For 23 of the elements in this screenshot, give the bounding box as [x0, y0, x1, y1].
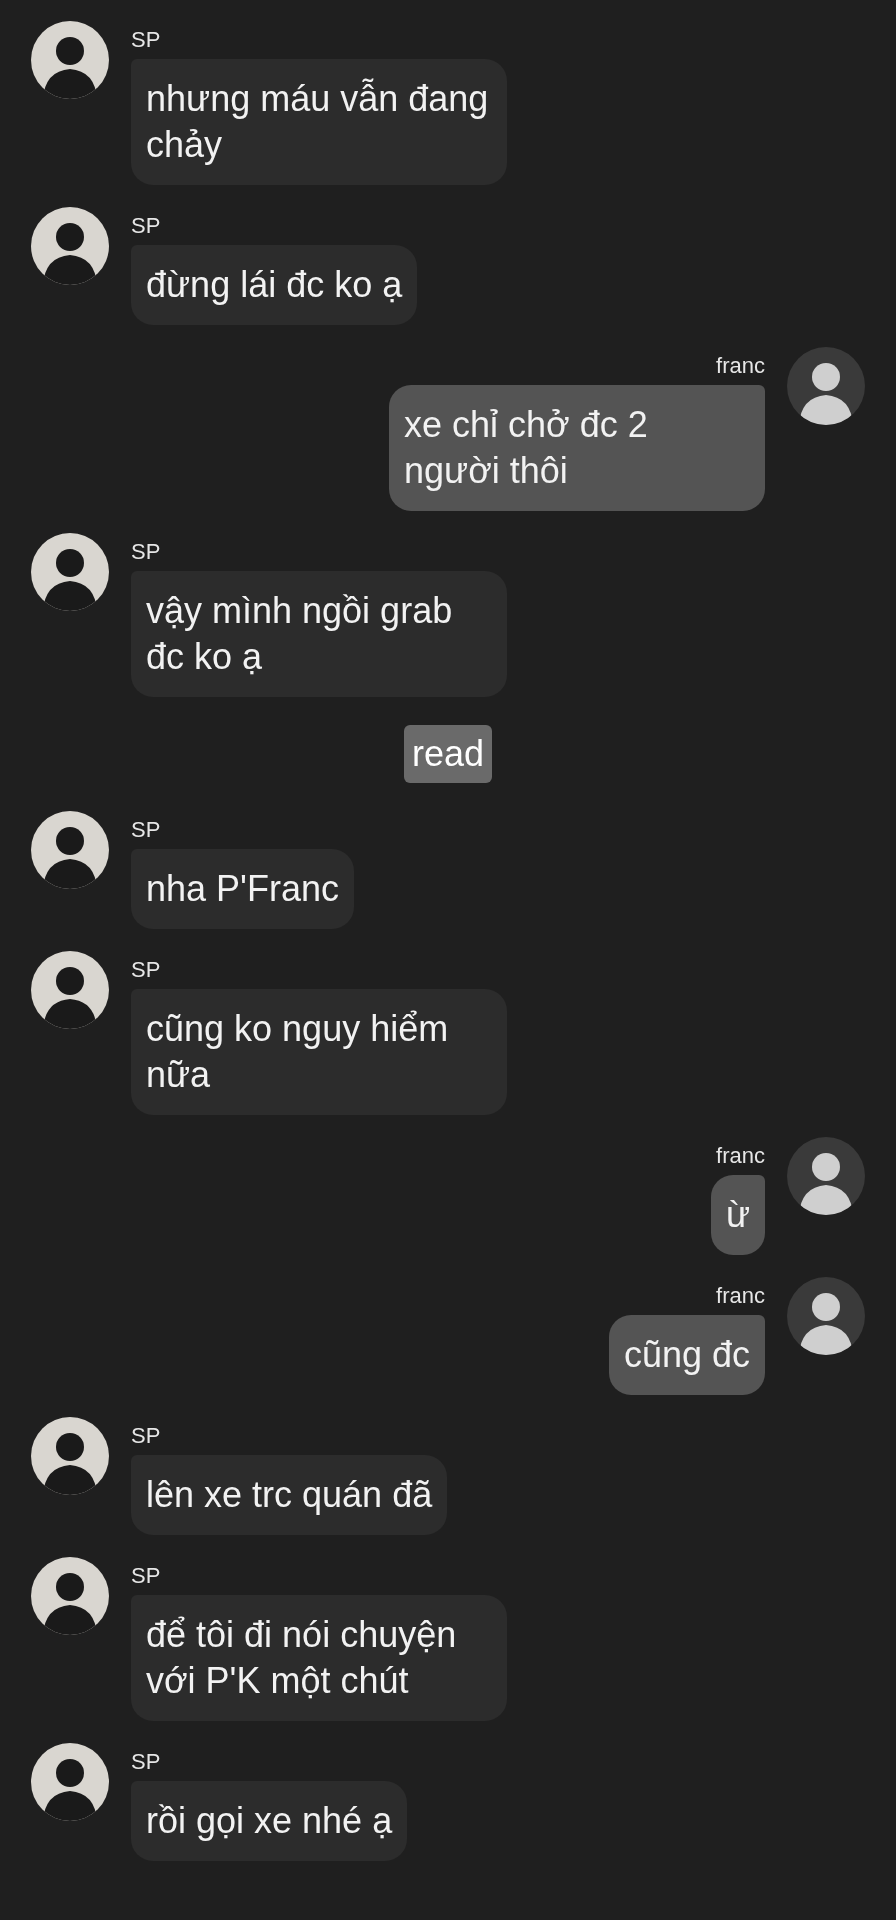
sender-name: SP — [131, 1562, 161, 1589]
message-bubble: lên xe trc quán đã — [131, 1455, 448, 1535]
sender-name: franc — [716, 1282, 765, 1309]
sender-name: SP — [131, 212, 161, 239]
sender-name: SP — [131, 538, 161, 565]
message-bubble: rồi gọi xe nhé ạ — [131, 1781, 408, 1861]
message-bubble: xe chỉ chở đc 2 người thôi — [389, 385, 765, 511]
message-bubble: để tôi đi nói chuyện với P'K một chút — [131, 1595, 507, 1721]
sender-name: SP — [131, 956, 161, 983]
message-bubble: nha P'Franc — [131, 849, 354, 929]
sender-name: SP — [131, 816, 161, 843]
message-bubble: vậy mình ngồi grab đc ko ạ — [131, 571, 507, 697]
sender-name: franc — [716, 1142, 765, 1169]
message-bubble: đừng lái đc ko ạ — [131, 245, 418, 325]
message-bubble: nhưng máu vẫn đang chảy — [131, 59, 507, 185]
message-bubble: ừ — [710, 1175, 765, 1255]
read-receipt: read — [403, 725, 493, 783]
sender-name: SP — [131, 1748, 161, 1775]
message-bubble: cũng đc — [608, 1315, 765, 1395]
sender-name: SP — [131, 26, 161, 53]
sender-name: franc — [716, 352, 765, 379]
message-bubble: cũng ko nguy hiểm nữa — [131, 989, 507, 1115]
sender-name: SP — [131, 1422, 161, 1449]
